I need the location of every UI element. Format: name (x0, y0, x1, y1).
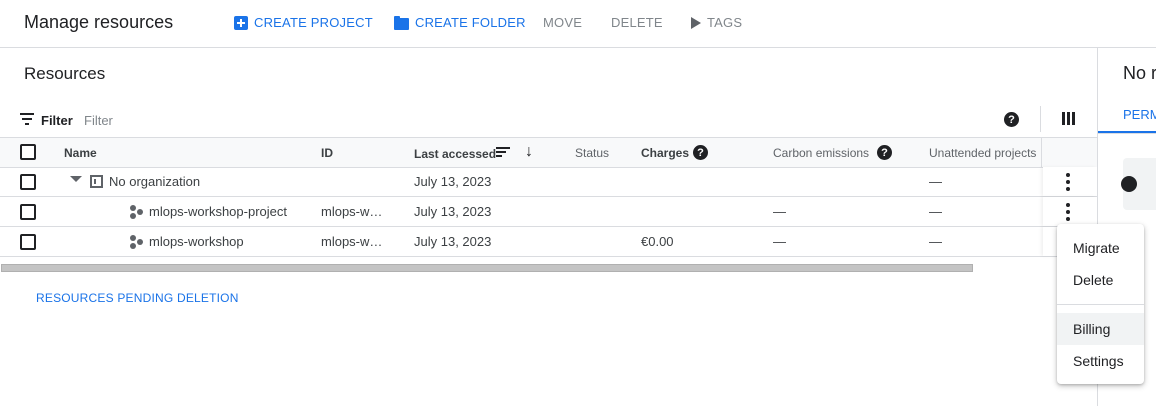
row-actions-cell (1043, 197, 1097, 226)
menu-item-migrate[interactable]: Migrate (1057, 232, 1144, 264)
tab-permissions-label: PERM (1123, 107, 1156, 122)
tags-label: TAGS (707, 15, 743, 30)
add-box-icon (234, 15, 248, 30)
row-checkbox[interactable] (20, 234, 36, 250)
tags-button[interactable]: TAGS (691, 15, 742, 30)
create-project-label: CREATE PROJECT (254, 15, 373, 30)
charges-help-icon[interactable]: ? (693, 145, 708, 160)
row-checkbox[interactable] (20, 174, 36, 190)
menu-item-delete[interactable]: Delete (1057, 264, 1144, 296)
row-unattended: — (929, 174, 942, 189)
delete-label: DELETE (611, 15, 663, 30)
table-header: Name ID Last accessed ↓ Status Charges ?… (0, 137, 1097, 168)
row-charges: €0.00 (641, 234, 674, 249)
row-name[interactable]: mlops-workshop (149, 234, 244, 249)
column-unattended-projects[interactable]: Unattended projects (929, 146, 1036, 160)
carbon-help-icon[interactable]: ? (877, 145, 892, 160)
folder-add-icon (394, 15, 409, 30)
tab-divider (1098, 133, 1156, 134)
row-last-accessed: July 13, 2023 (414, 204, 492, 219)
move-label: MOVE (543, 15, 583, 30)
row-unattended: — (929, 204, 942, 219)
resources-pending-deletion-link[interactable]: RESOURCES PENDING DELETION (36, 291, 239, 305)
organization-icon (90, 175, 103, 188)
info-panel-title: No r (1123, 63, 1156, 83)
expand-caret-icon[interactable] (70, 176, 82, 182)
create-folder-label: CREATE FOLDER (415, 15, 526, 30)
tag-icon (691, 16, 701, 29)
divider (1040, 106, 1041, 132)
column-carbon-emissions[interactable]: Carbon emissions (773, 146, 869, 160)
row-last-accessed: July 13, 2023 (414, 174, 492, 189)
create-project-button[interactable]: CREATE PROJECT (234, 15, 373, 30)
top-bar: Manage resources CREATE PROJECT CREATE F… (0, 0, 1156, 48)
select-all-checkbox[interactable] (20, 144, 36, 160)
table-row[interactable]: No organization July 13, 2023 — (0, 167, 1097, 197)
row-carbon: — (773, 234, 786, 249)
resources-title: Resources (24, 64, 106, 83)
menu-divider (1057, 304, 1144, 305)
horizontal-scrollbar[interactable] (1, 264, 973, 272)
filter-icon[interactable] (20, 113, 36, 125)
column-status[interactable]: Status (575, 146, 609, 160)
table-row[interactable]: mlops-workshop-project mlops-w… July 13,… (0, 197, 1097, 227)
sort-icon[interactable] (496, 147, 510, 158)
resources-panel: Resources Filter Filter ? Name ID Last a… (0, 48, 1097, 406)
filter-input[interactable]: Filter (84, 113, 113, 128)
row-last-accessed: July 13, 2023 (414, 234, 492, 249)
delete-button[interactable]: DELETE (611, 15, 663, 30)
table-row[interactable]: mlops-workshop mlops-w… July 13, 2023 €0… (0, 227, 1097, 257)
column-display-icon[interactable] (1062, 112, 1075, 125)
menu-item-settings[interactable]: Settings (1057, 345, 1144, 377)
info-icon (1121, 176, 1137, 192)
row-checkbox[interactable] (20, 204, 36, 220)
project-icon (130, 205, 144, 219)
arrow-down-icon[interactable]: ↓ (525, 143, 533, 161)
row-unattended: — (929, 234, 942, 249)
column-divider (1041, 138, 1042, 167)
menu-item-billing[interactable]: Billing (1057, 313, 1144, 345)
row-id: mlops-w… (321, 234, 383, 249)
column-id[interactable]: ID (321, 146, 333, 160)
row-name[interactable]: mlops-workshop-project (149, 204, 287, 219)
help-icon[interactable]: ? (1004, 112, 1019, 127)
project-icon (130, 235, 144, 249)
row-actions-cell (1043, 167, 1097, 196)
row-actions-menu: Migrate Delete Billing Settings (1057, 224, 1144, 384)
more-vert-icon[interactable] (1066, 203, 1070, 221)
tab-permissions[interactable]: PERM (1098, 97, 1156, 133)
create-folder-button[interactable]: CREATE FOLDER (394, 15, 526, 30)
filter-label: Filter (41, 113, 73, 128)
info-card (1121, 158, 1156, 210)
column-last-accessed[interactable]: Last accessed (414, 147, 496, 161)
row-name: No organization (109, 174, 201, 189)
row-carbon: — (773, 204, 786, 219)
column-charges[interactable]: Charges (641, 146, 689, 160)
page-title: Manage resources (24, 12, 174, 32)
row-id: mlops-w… (321, 204, 383, 219)
filter-bar: Filter Filter ? (0, 104, 1097, 138)
move-button[interactable]: MOVE (543, 15, 582, 30)
more-vert-icon[interactable] (1066, 173, 1070, 191)
column-name[interactable]: Name (64, 146, 97, 160)
